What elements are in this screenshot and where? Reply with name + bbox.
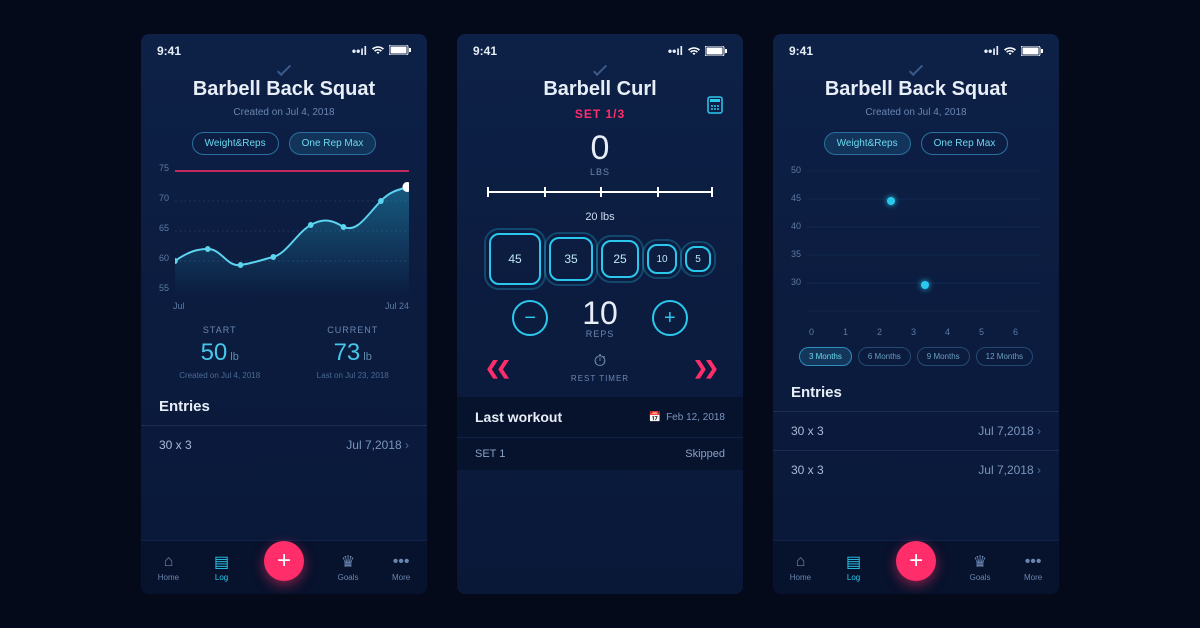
- wifi-icon: [371, 44, 385, 58]
- range-9m[interactable]: 9 Months: [917, 347, 970, 366]
- nav-goals[interactable]: ♛Goals: [970, 553, 991, 582]
- calculator-icon[interactable]: [707, 96, 723, 119]
- plate-45[interactable]: 45: [489, 233, 541, 285]
- line-chart: 75 70 65 60 55 Jul Jul 24: [159, 165, 409, 295]
- screen-history: 9:41 ••ıl Barbell Back Squat Created on …: [773, 34, 1059, 594]
- log-icon: ▤: [845, 553, 863, 571]
- slider-readout: 20 lbs: [457, 211, 743, 223]
- collapse-handle[interactable]: [457, 66, 743, 72]
- tab-one-rep-max[interactable]: One Rep Max: [289, 132, 377, 155]
- plus-icon: +: [277, 547, 291, 575]
- home-icon: ⌂: [791, 553, 809, 571]
- timer-icon: ⏱: [571, 353, 629, 371]
- tab-weight-reps[interactable]: Weight&Reps: [192, 132, 279, 155]
- status-time: 9:41: [789, 44, 813, 58]
- nav-more[interactable]: •••More: [392, 553, 410, 582]
- tab-one-rep-max[interactable]: One Rep Max: [921, 132, 1009, 155]
- battery-icon: [389, 44, 411, 58]
- status-bar: 9:41 ••ıl: [141, 34, 427, 64]
- data-point: [887, 197, 895, 205]
- bottom-nav: ⌂Home ▤Log + ♛Goals •••More: [141, 540, 427, 594]
- last-workout-date: 📅Feb 12, 2018: [649, 412, 725, 423]
- more-icon: •••: [1024, 553, 1042, 571]
- weight-unit: LBS: [457, 167, 743, 177]
- plate-5[interactable]: 5: [685, 246, 711, 272]
- minus-icon: −: [524, 307, 536, 330]
- add-button[interactable]: +: [896, 541, 936, 581]
- page-subtitle: Created on Jul 4, 2018: [141, 107, 427, 118]
- entry-row[interactable]: 30 x 3Jul 7,2018: [773, 412, 1059, 450]
- signal-icon: ••ıl: [352, 44, 367, 58]
- entries-heading: Entries: [791, 384, 1041, 401]
- page-title: Barbell Back Squat: [773, 78, 1059, 101]
- next-set-button[interactable]: ❯❯: [693, 358, 715, 379]
- weight-value: 0: [457, 131, 743, 165]
- range-6m[interactable]: 6 Months: [858, 347, 911, 366]
- data-point: [921, 281, 929, 289]
- decrement-button[interactable]: −: [512, 300, 548, 336]
- status-time: 9:41: [157, 44, 181, 58]
- plus-icon: +: [664, 307, 676, 330]
- more-icon: •••: [392, 553, 410, 571]
- tab-weight-reps[interactable]: Weight&Reps: [824, 132, 911, 155]
- nav-goals[interactable]: ♛Goals: [338, 553, 359, 582]
- page-subtitle: Created on Jul 4, 2018: [773, 107, 1059, 118]
- nav-log[interactable]: ▤Log: [213, 553, 231, 582]
- entry-row[interactable]: 30 x 3Jul 7,2018: [141, 426, 427, 464]
- calendar-icon: 📅: [649, 412, 661, 423]
- status-bar: 9:41 ••ıl: [773, 34, 1059, 64]
- bottom-nav: ⌂Home ▤Log + ♛Goals •••More: [773, 540, 1059, 594]
- status-bar: 9:41 ••ıl: [457, 34, 743, 64]
- plate-10[interactable]: 10: [647, 244, 677, 274]
- nav-home[interactable]: ⌂Home: [158, 553, 179, 582]
- prev-set-button[interactable]: ❮❮: [485, 358, 507, 379]
- collapse-handle[interactable]: [141, 66, 427, 72]
- plate-selector: 45 35 25 10 5: [457, 233, 743, 285]
- status-time: 9:41: [473, 44, 497, 58]
- range-12m[interactable]: 12 Months: [976, 347, 1033, 366]
- entry-row[interactable]: 30 x 3Jul 7,2018: [773, 451, 1059, 489]
- nav-log[interactable]: ▤Log: [845, 553, 863, 582]
- nav-home[interactable]: ⌂Home: [790, 553, 811, 582]
- reps-display: 10 REPS: [582, 297, 618, 339]
- set-indicator: SET 1/3: [457, 107, 743, 121]
- range-3m[interactable]: 3 Months: [799, 347, 852, 366]
- nav-more[interactable]: •••More: [1024, 553, 1042, 582]
- plate-25[interactable]: 25: [601, 240, 639, 278]
- weight-slider[interactable]: [487, 185, 713, 207]
- last-set-row: SET 1Skipped: [457, 437, 743, 470]
- page-title: Barbell Curl: [457, 78, 743, 101]
- goals-icon: ♛: [339, 553, 357, 571]
- plus-icon: +: [909, 547, 923, 575]
- add-button[interactable]: +: [264, 541, 304, 581]
- rest-timer-button[interactable]: ⏱ REST TIMER: [571, 353, 629, 383]
- screen-progress: 9:41 ••ıl Barbell Back Squat Created on …: [141, 34, 427, 594]
- goals-icon: ♛: [971, 553, 989, 571]
- page-title: Barbell Back Squat: [141, 78, 427, 101]
- screen-log-set: 9:41 ••ıl Barbell Curl SET 1/3 0 LBS 20 …: [457, 34, 743, 594]
- log-icon: ▤: [213, 553, 231, 571]
- home-icon: ⌂: [159, 553, 177, 571]
- plate-35[interactable]: 35: [549, 237, 593, 281]
- stat-current: CURRENT 73lb Last on Jul 23, 2018: [317, 325, 389, 380]
- stat-start: START 50lb Created on Jul 4, 2018: [179, 325, 260, 380]
- increment-button[interactable]: +: [652, 300, 688, 336]
- status-icons: ••ıl: [352, 44, 411, 58]
- scatter-chart: 50 45 40 35 30 0 1 2 3 4 5 6: [791, 165, 1041, 337]
- last-workout-heading: Last workout: [475, 409, 562, 425]
- collapse-handle[interactable]: [773, 66, 1059, 72]
- entries-heading: Entries: [159, 398, 409, 415]
